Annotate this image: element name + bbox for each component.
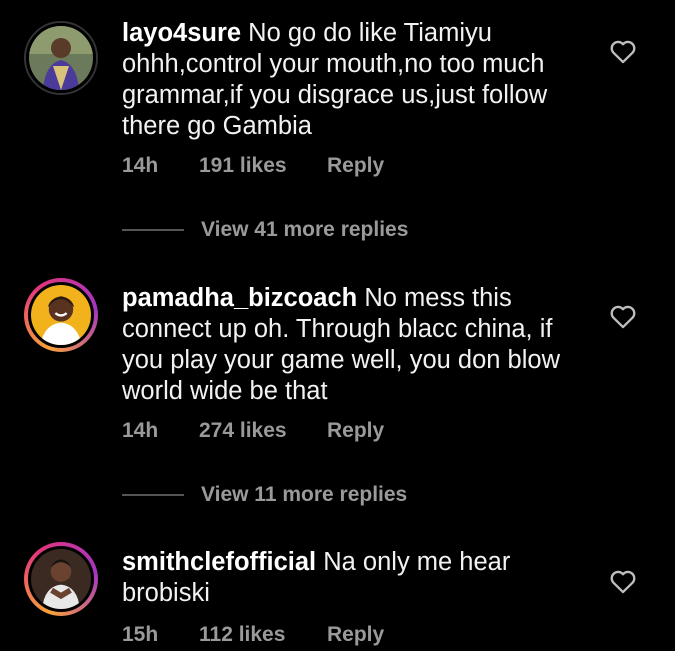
view-more-replies-label: View 41 more replies [201, 218, 409, 241]
reply-button[interactable]: Reply [327, 623, 384, 647]
comment-username[interactable]: layo4sure [122, 19, 241, 47]
comment-meta: 15h 112 likes Reply [122, 623, 384, 647]
comment-likes-count[interactable]: 274 likes [199, 419, 327, 443]
view-more-replies-button[interactable]: View 11 more replies [122, 483, 407, 507]
heart-outline-icon[interactable] [609, 303, 637, 329]
heart-outline-icon[interactable] [609, 38, 637, 64]
divider-line [122, 494, 184, 496]
comment-timestamp: 14h [122, 154, 159, 177]
comment-username[interactable]: pamadha_bizcoach [122, 284, 357, 312]
user-avatar-icon [28, 546, 94, 612]
avatar[interactable] [24, 542, 98, 616]
user-avatar-icon [26, 23, 96, 93]
comment-text: smithclefofficial Na only me hear brobis… [122, 547, 582, 609]
comment-meta: 14h 191 likes Reply [122, 154, 384, 178]
user-avatar-icon [28, 282, 94, 348]
comment-username[interactable]: smithclefofficial [122, 548, 316, 576]
view-more-replies-label: View 11 more replies [201, 483, 408, 506]
avatar[interactable] [24, 21, 98, 95]
avatar[interactable] [24, 278, 98, 352]
view-more-replies-button[interactable]: View 41 more replies [122, 218, 408, 242]
comment-likes-count[interactable]: 191 likes [199, 154, 327, 178]
divider-line [122, 229, 184, 231]
comment-text: layo4sure No go do like Tiamiyu ohhh,con… [122, 18, 582, 142]
reply-button[interactable]: Reply [327, 154, 384, 178]
heart-outline-icon[interactable] [609, 568, 637, 594]
comment-timestamp: 14h [122, 419, 159, 442]
comment-timestamp: 15h [122, 623, 159, 646]
comment-meta: 14h 274 likes Reply [122, 419, 384, 443]
reply-button[interactable]: Reply [327, 419, 384, 443]
comment-likes-count[interactable]: 112 likes [199, 623, 327, 647]
comment-text: pamadha_bizcoach No mess this connect up… [122, 283, 582, 407]
